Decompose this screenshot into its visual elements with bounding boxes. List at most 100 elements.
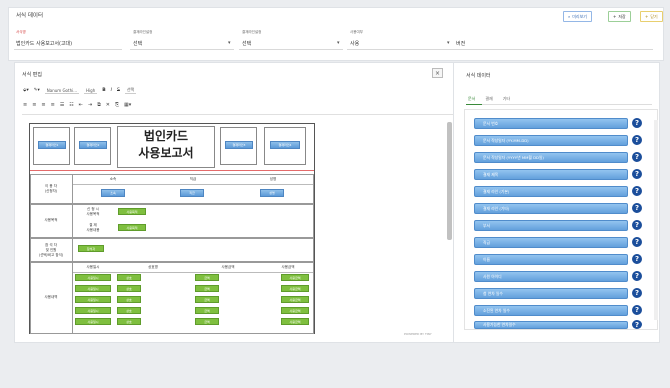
paste-icon[interactable]: ⎘: [115, 102, 119, 108]
justify-icon[interactable]: ≡: [51, 102, 55, 108]
numbered-list-icon[interactable]: ☷: [69, 102, 73, 108]
history-amount[interactable]: 금액: [195, 274, 219, 281]
tab-etc[interactable]: 기타: [503, 96, 510, 102]
approval-field-1[interactable]: 결재라인1: [38, 141, 66, 149]
version-field[interactable]: 버전: [456, 40, 465, 47]
form-name-field[interactable]: 법인카드 사용보고서(고대): [16, 40, 72, 47]
editor-scrollbar-thumb[interactable]: [447, 122, 452, 240]
help-icon[interactable]: ?: [632, 186, 642, 196]
tab-approval[interactable]: 결재: [485, 96, 492, 102]
purpose-row-2-label: 결 제 사용내용: [86, 223, 100, 232]
text-color-icon[interactable]: ✎▾: [34, 88, 40, 93]
bold-button[interactable]: B: [102, 88, 105, 93]
list-item[interactable]: 부서: [474, 220, 628, 231]
purpose-field-1[interactable]: 사용목적: [118, 208, 146, 215]
approval-field-3[interactable]: 결재라인3: [225, 141, 253, 149]
outdent-icon[interactable]: ⇤: [79, 102, 83, 108]
purpose-label: 사용목적: [44, 217, 58, 222]
chevron-down-icon[interactable]: ▾: [447, 40, 450, 46]
copy-icon[interactable]: ⧉: [97, 102, 101, 108]
list-item[interactable]: 결재 라인 (기본): [474, 186, 628, 197]
approval-line-select[interactable]: 선택: [133, 40, 142, 47]
usage-select[interactable]: 사용: [350, 40, 359, 47]
font-select[interactable]: Nanum Gothi...: [44, 88, 80, 94]
history-amount[interactable]: 금액: [195, 318, 219, 325]
help-icon[interactable]: ?: [632, 135, 642, 145]
help-icon[interactable]: ?: [632, 118, 642, 128]
editor-title: 서식 편집: [22, 72, 42, 78]
history-date[interactable]: 사용일시: [75, 318, 111, 325]
indent-icon[interactable]: ⇥: [88, 102, 92, 108]
help-icon[interactable]: ?: [632, 271, 642, 281]
history-store[interactable]: 상호: [117, 296, 141, 303]
format-select[interactable]: 선택: [124, 87, 137, 94]
history-amount-2[interactable]: 사용금액: [281, 307, 309, 314]
history-date[interactable]: 사용일시: [75, 274, 111, 281]
help-icon[interactable]: ?: [632, 237, 642, 247]
list-item[interactable]: 직급: [474, 237, 628, 248]
strike-button[interactable]: S: [117, 88, 120, 93]
history-amount[interactable]: 금액: [195, 307, 219, 314]
font-size-select[interactable]: High: [84, 88, 98, 94]
divider: [239, 49, 343, 50]
history-store[interactable]: 상호: [117, 318, 141, 325]
rank-field[interactable]: 직급: [180, 189, 204, 197]
help-icon[interactable]: ?: [632, 152, 642, 162]
table-icon[interactable]: ▦▾: [124, 102, 131, 108]
history-date[interactable]: 사용일시: [75, 307, 111, 314]
list-item[interactable]: 사원 아이디: [474, 271, 628, 282]
list-item[interactable]: 결재 제목: [474, 169, 628, 180]
list-item[interactable]: 사용가능한 연차일수: [474, 321, 628, 329]
list-item[interactable]: 이름: [474, 254, 628, 265]
col-header-amount-2: 사용금액: [281, 264, 295, 269]
list-icon[interactable]: ☰: [60, 102, 64, 108]
name-field[interactable]: 성명: [260, 189, 284, 197]
help-icon[interactable]: ?: [632, 254, 642, 264]
list-item[interactable]: 결재 라인 (기타): [474, 203, 628, 214]
close-button[interactable]: + 닫기: [640, 11, 663, 22]
chevron-down-icon[interactable]: ▾: [337, 40, 340, 46]
history-store[interactable]: 상호: [117, 307, 141, 314]
history-date[interactable]: 사용일시: [75, 285, 111, 292]
align-center-icon[interactable]: ≡: [32, 102, 36, 108]
history-amount-2[interactable]: 사용금액: [281, 296, 309, 303]
divider: [72, 238, 73, 262]
list-item[interactable]: 소진된 연차 일수: [474, 305, 628, 316]
italic-button[interactable]: I: [111, 88, 112, 93]
history-amount-2[interactable]: 사용금액: [281, 274, 309, 281]
delete-icon[interactable]: ✕: [106, 102, 110, 108]
col-header-rank: 직급: [189, 176, 197, 181]
align-right-icon[interactable]: ≡: [41, 102, 45, 108]
history-amount[interactable]: 금액: [195, 296, 219, 303]
history-amount[interactable]: 금액: [195, 285, 219, 292]
attendee-field[interactable]: 참석자: [78, 245, 104, 252]
dept-field[interactable]: 소속: [101, 189, 125, 197]
history-date[interactable]: 사용일시: [75, 296, 111, 303]
tab-document[interactable]: 문서: [468, 96, 475, 102]
help-icon[interactable]: ?: [632, 203, 642, 213]
history-store[interactable]: 상호: [117, 274, 141, 281]
purpose-field-2[interactable]: 사용목적: [118, 224, 146, 231]
help-icon[interactable]: ?: [632, 288, 642, 298]
close-icon[interactable]: ×: [432, 68, 443, 78]
help-icon[interactable]: ?: [632, 305, 642, 315]
preview-button[interactable]: ⌕ 미리보기: [563, 11, 592, 22]
align-left-icon[interactable]: ≡: [23, 102, 27, 108]
list-scrollbar[interactable]: [654, 120, 658, 320]
chevron-down-icon[interactable]: ▾: [228, 40, 231, 46]
list-item[interactable]: 문서 작성일자 (YY-MM-DD): [474, 135, 628, 146]
approval-field-2[interactable]: 결재라인2: [79, 141, 107, 149]
help-icon[interactable]: ?: [632, 220, 642, 230]
history-store[interactable]: 상호: [117, 285, 141, 292]
save-button[interactable]: + 저장: [608, 11, 631, 22]
history-amount-2[interactable]: 사용금액: [281, 285, 309, 292]
fill-color-icon[interactable]: ⬙▾: [23, 88, 29, 93]
list-item[interactable]: 첨 연차 일수: [474, 288, 628, 299]
approval-field-4[interactable]: 결재라인4: [270, 141, 300, 149]
approval-line-select-2[interactable]: 선택: [242, 40, 251, 47]
help-icon[interactable]: ?: [632, 320, 642, 329]
list-item[interactable]: 문서 작성일자 (YYYY년 MM월 DD일): [474, 152, 628, 163]
help-icon[interactable]: ?: [632, 169, 642, 179]
history-amount-2[interactable]: 사용금액: [281, 318, 309, 325]
list-item[interactable]: 문서 번호: [474, 118, 628, 129]
